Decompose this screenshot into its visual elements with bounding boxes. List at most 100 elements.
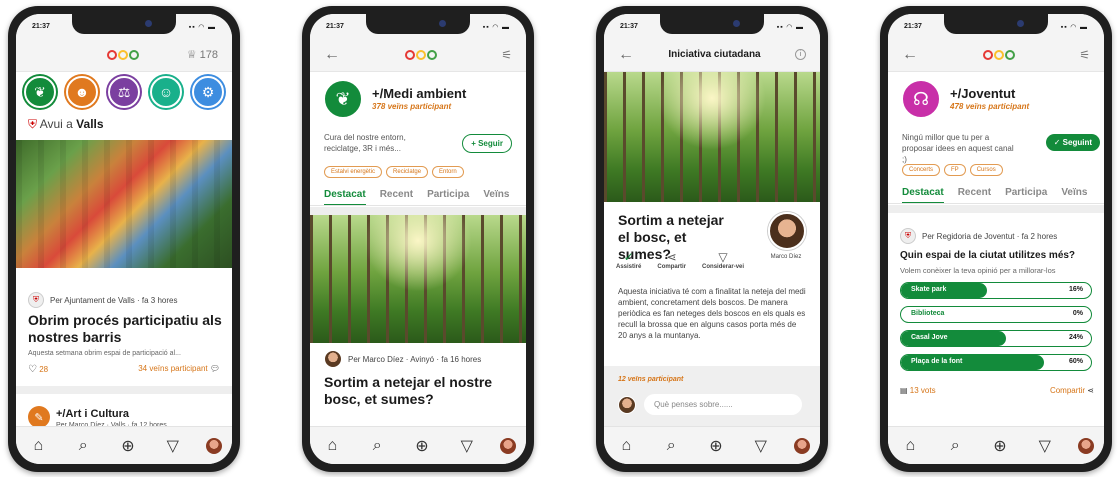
community-category-icon[interactable]: ☻ (66, 76, 98, 108)
poll-option[interactable]: Plaça de la font 60% (900, 354, 1092, 371)
heart-icon: ♡ (28, 364, 37, 375)
consider-button[interactable]: ▽ Considerar-vei (702, 250, 744, 270)
signal-wifi-battery-icon: ▪▪ ◠ ▬ (188, 24, 216, 31)
poll-option[interactable]: Casal Jove 24% (900, 330, 1092, 347)
search-icon[interactable]: ⌕ (943, 437, 967, 455)
channel-description: Ningú millor que tu per a proposar idees… (902, 133, 1014, 164)
send-icon[interactable]: ▽ (749, 436, 773, 456)
tab-participate[interactable]: Participa (1005, 187, 1047, 198)
app-bar: ← ⚟ (888, 38, 1104, 72)
tab-recent[interactable]: Recent (380, 189, 413, 200)
tab-neighbours[interactable]: Veïns (1061, 187, 1087, 198)
tab-featured[interactable]: Destacat (902, 187, 944, 203)
poll-option[interactable]: Biblioteca 0% (900, 306, 1092, 323)
forest-photo[interactable] (604, 72, 820, 202)
home-icon[interactable]: ⌂ (614, 437, 638, 455)
following-button[interactable]: ✓ Seguint (1045, 134, 1100, 151)
bottom-nav: ⌂ ⌕ ⊕ ▽ (310, 426, 526, 464)
attend-button[interactable]: ✓ Assistiré (616, 250, 641, 270)
post-title[interactable]: Sortim a netejar el nostre bosc, et sume… (324, 374, 514, 408)
notch (366, 14, 470, 34)
send-icon[interactable]: ▽ (455, 436, 479, 456)
home-icon[interactable]: ⌂ (898, 437, 922, 455)
signal-wifi-battery-icon: ▪▪ ◠ ▬ (1060, 24, 1088, 31)
wellbeing-category-icon[interactable]: ☺ (150, 76, 182, 108)
justice-category-icon[interactable]: ⚖ (108, 76, 140, 108)
notch (660, 14, 764, 34)
street-photo[interactable] (16, 140, 232, 268)
city-name: Valls (76, 117, 104, 131)
channel-description: Cura del nostre entorn, reciclatge, 3R i… (324, 133, 406, 153)
check-icon: ✓ (623, 250, 634, 264)
search-icon[interactable]: ⌕ (365, 437, 389, 455)
channel-screen: 21:37 ▪▪ ◠ ▬ ← ⚟ ❦ +/Medi ambient 378 ve… (310, 14, 526, 464)
tech-category-icon[interactable]: ⚙ (192, 76, 224, 108)
screen-title: Iniciativa ciutadana (668, 49, 761, 60)
participant-count[interactable]: 12 veïns participant (618, 376, 683, 383)
add-icon[interactable]: ⊕ (704, 436, 728, 456)
back-arrow-icon[interactable]: ← (618, 46, 634, 64)
profile-avatar[interactable] (205, 437, 222, 454)
settings-sliders-icon[interactable]: ⚟ (1079, 48, 1090, 62)
back-arrow-icon[interactable]: ← (324, 46, 340, 64)
add-icon[interactable]: ⊕ (410, 436, 434, 456)
comment-input[interactable]: Què penses sobre...... (644, 394, 802, 415)
tag[interactable]: Cursos (969, 164, 1003, 176)
profile-avatar[interactable] (793, 437, 810, 454)
today-heading: ⛨ Avui a Valls (28, 117, 104, 131)
post-stats: ♡ 28 34 veïns participant 💬︎ (28, 364, 220, 375)
tab-featured[interactable]: Destacat (324, 189, 366, 205)
channel-participant-count: 478 veïns participant (950, 102, 1030, 111)
poll-option[interactable]: Skate park 16% (900, 282, 1092, 299)
next-channel-name[interactable]: +/Art i Cultura (56, 408, 129, 420)
app-logo (404, 49, 437, 60)
author-avatar[interactable] (324, 350, 342, 368)
home-icon[interactable]: ⌂ (26, 437, 50, 455)
tab-neighbours[interactable]: Veïns (483, 189, 509, 200)
send-icon[interactable]: ▽ (161, 436, 185, 456)
tag[interactable]: Reciclatge (386, 166, 429, 178)
post-title[interactable]: Obrim procés participatiu als nostres ba… (28, 312, 222, 346)
author-avatar[interactable] (768, 212, 806, 250)
post-author: ⛨ Per Ajuntament de Valls · fa 3 hores (28, 292, 177, 308)
status-time: 21:37 (620, 23, 638, 30)
app-logo (107, 49, 140, 60)
add-icon[interactable]: ⊕ (988, 436, 1012, 456)
tag[interactable]: Estalvi energètic (324, 166, 383, 178)
tag[interactable]: Concerts (902, 164, 941, 176)
home-icon[interactable]: ⌂ (320, 437, 344, 455)
phone-initiative: 21:37 ▪▪ ◠ ▬ ← Iniciativa ciutadana i So… (596, 6, 828, 472)
environment-category-icon[interactable]: ❦ (24, 76, 56, 108)
profile-avatar[interactable] (499, 437, 516, 454)
channel-tabs: Destacat Recent Participa Veïns (310, 184, 526, 206)
divider (888, 205, 1104, 213)
settings-sliders-icon[interactable]: ⚟ (501, 48, 512, 62)
search-icon[interactable]: ⌕ (71, 437, 95, 455)
tab-recent[interactable]: Recent (958, 187, 991, 198)
follow-button[interactable]: + Seguir (462, 134, 512, 153)
send-icon[interactable]: ▽ (1033, 436, 1057, 456)
tag[interactable]: FP (944, 164, 966, 176)
profile-avatar[interactable] (1077, 437, 1094, 454)
participants-count[interactable]: 34 veïns participant 💬︎ (138, 364, 220, 375)
forest-photo[interactable] (310, 215, 526, 343)
share-button[interactable]: ⋖ Compartir (657, 250, 686, 270)
share-button[interactable]: Compartir ⋖ (1050, 386, 1094, 395)
status-time: 21:37 (904, 23, 922, 30)
tab-participate[interactable]: Participa (427, 189, 469, 200)
initiative-screen: 21:37 ▪▪ ◠ ▬ ← Iniciativa ciutadana i So… (604, 14, 820, 464)
info-icon[interactable]: i (794, 49, 806, 60)
back-arrow-icon[interactable]: ← (902, 46, 918, 64)
points-counter[interactable]: ♕ 178 (187, 48, 218, 62)
status-time: 21:37 (32, 23, 50, 30)
notch (72, 14, 176, 34)
category-row: ❦ ☻ ⚖ ☺ ⚙ (24, 76, 224, 108)
app-bar: ♕ 178 (16, 38, 232, 72)
tag[interactable]: Entorn (432, 166, 464, 178)
art-culture-icon[interactable]: ✎ (28, 406, 50, 428)
like-button[interactable]: ♡ 28 (28, 364, 48, 375)
add-icon[interactable]: ⊕ (116, 436, 140, 456)
channel-name: +/Joventut (950, 86, 1016, 101)
search-icon[interactable]: ⌕ (659, 437, 683, 455)
app-bar: ← Iniciativa ciutadana i (604, 38, 820, 72)
